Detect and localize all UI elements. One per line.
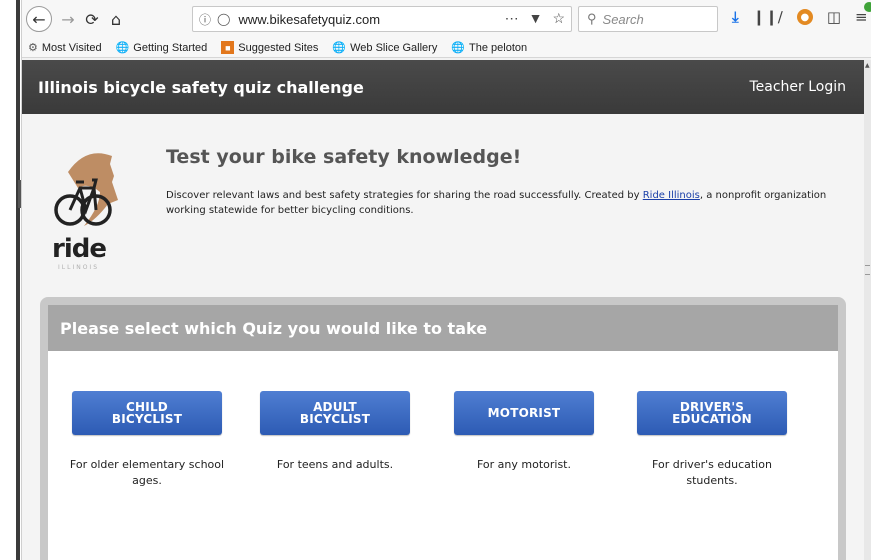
info-icon[interactable]: ⓘ xyxy=(199,11,211,28)
screen: ← → ⟳ ⌂ ⓘ ◯ www.bikesafetyquiz.com ⋯ ▼ ☆… xyxy=(0,0,871,560)
scroll-up-icon[interactable]: ▲ xyxy=(865,62,870,69)
page-scrollbar[interactable]: ▲ xyxy=(864,60,871,560)
bookmarks-bar: ⚙ Most Visited 🌐 Getting Started ■ Suggeste… xyxy=(22,38,871,58)
globe-icon: 🌐 xyxy=(332,42,347,54)
gear-icon: ⚙ xyxy=(28,42,38,54)
bookmark-label: Most Visited xyxy=(41,41,102,54)
page-title: Test your bike safety knowledge! xyxy=(166,146,522,168)
update-badge-icon xyxy=(863,2,871,12)
reload-button[interactable]: ⟳ xyxy=(80,7,104,31)
search-input[interactable]: ⚲ Search xyxy=(578,6,718,32)
extension-icon[interactable]: ● xyxy=(796,9,813,25)
site-title[interactable]: Illinois bicycle safety quiz challenge xyxy=(38,78,364,97)
search-icon: ⚲ xyxy=(587,11,597,26)
download-icon[interactable]: ⤓ xyxy=(732,8,739,26)
globe-icon: 🌐 xyxy=(451,42,466,54)
address-bar[interactable]: ⓘ ◯ www.bikesafetyquiz.com ⋯ ▼ ☆ xyxy=(192,6,572,32)
back-arrow-icon: ← xyxy=(32,9,46,29)
forward-arrow-icon: → xyxy=(61,9,75,29)
drivers-education-description: For driver's education students. xyxy=(652,458,772,487)
toolbar-right: ⤓ ❙❙∕ ● ◫ ≡ xyxy=(732,2,871,26)
site-header: Illinois bicycle safety quiz challenge T… xyxy=(22,60,864,114)
url-text: www.bikesafetyquiz.com xyxy=(238,11,381,27)
pocket-icon[interactable]: ▼ xyxy=(529,10,543,27)
globe-icon: 🌐 xyxy=(115,42,130,54)
bookmark-label: Getting Started xyxy=(133,41,208,54)
bookmark-star-icon[interactable]: ☆ xyxy=(552,10,565,27)
left-window-edge xyxy=(0,0,22,560)
intro-description: Discover relevant laws and best safety s… xyxy=(166,188,856,218)
reload-icon: ⟳ xyxy=(85,9,99,29)
motorist-button[interactable]: MOTORIST xyxy=(454,391,594,435)
window-edge-mark xyxy=(18,180,21,208)
library-icon[interactable]: ❙❙∕ xyxy=(753,8,783,26)
ride-illinois-link[interactable]: Ride Illinois xyxy=(643,190,700,201)
scroll-thumb[interactable] xyxy=(865,265,870,275)
child-bicyclist-description: For older elementary school ages. xyxy=(69,458,225,487)
bookmark-label: Web Slice Gallery xyxy=(350,41,438,54)
intro-section: ride ILLINOIS Test your bike safety know… xyxy=(22,114,864,290)
home-icon: ⌂ xyxy=(110,9,122,29)
bookmark-the-peloton[interactable]: 🌐 The peloton xyxy=(451,41,528,55)
page-content: Illinois bicycle safety quiz challenge T… xyxy=(22,60,871,560)
bookmark-most-visited[interactable]: ⚙ Most Visited xyxy=(28,41,102,55)
page-actions-icon[interactable]: ⋯ xyxy=(505,10,519,27)
navigation-toolbar: ← → ⟳ ⌂ ⓘ ◯ www.bikesafetyquiz.com ⋯ ▼ ☆… xyxy=(22,0,871,38)
drivers-education-button[interactable]: DRIVER'S EDUCATION xyxy=(637,391,787,435)
intro-text-part: Discover relevant laws and best safety s… xyxy=(166,190,643,201)
child-bicyclist-button[interactable]: CHILD BICYCLIST xyxy=(72,391,222,435)
bookmark-getting-started[interactable]: 🌐 Getting Started xyxy=(115,41,208,55)
motorist-description: For any motorist. xyxy=(476,458,571,471)
teacher-login-link[interactable]: Teacher Login xyxy=(749,79,846,95)
search-placeholder: Search xyxy=(602,11,644,27)
menu-button[interactable]: ≡ xyxy=(855,2,871,26)
back-button[interactable]: ← xyxy=(26,6,52,32)
window-border xyxy=(16,0,20,560)
browser-window: ← → ⟳ ⌂ ⓘ ◯ www.bikesafetyquiz.com ⋯ ▼ ☆… xyxy=(22,0,871,560)
home-button[interactable]: ⌂ xyxy=(104,7,128,31)
shield-icon[interactable]: ◯ xyxy=(217,12,230,26)
bookmark-icon: ■ xyxy=(221,41,235,54)
bookmark-web-slice-gallery[interactable]: 🌐 Web Slice Gallery xyxy=(332,41,438,55)
adult-bicyclist-button[interactable]: ADULT BICYCLIST xyxy=(260,391,410,435)
bookmark-suggested-sites[interactable]: ■ Suggested Sites xyxy=(221,41,318,54)
bookmark-label: Suggested Sites xyxy=(238,41,319,54)
quiz-selection-panel: Please select which Quiz you would like … xyxy=(40,297,846,560)
adult-bicyclist-description: For teens and adults. xyxy=(276,458,394,471)
sidebar-icon[interactable]: ◫ xyxy=(827,8,841,26)
quiz-options: CHILD BICYCLIST For older elementary sch… xyxy=(48,351,838,560)
quiz-panel-heading: Please select which Quiz you would like … xyxy=(48,305,838,351)
bookmark-label: The peloton xyxy=(469,41,528,54)
logo-subtitle: ILLINOIS xyxy=(58,264,100,271)
logo-word: ride xyxy=(52,234,107,264)
forward-button[interactable]: → xyxy=(56,7,80,31)
